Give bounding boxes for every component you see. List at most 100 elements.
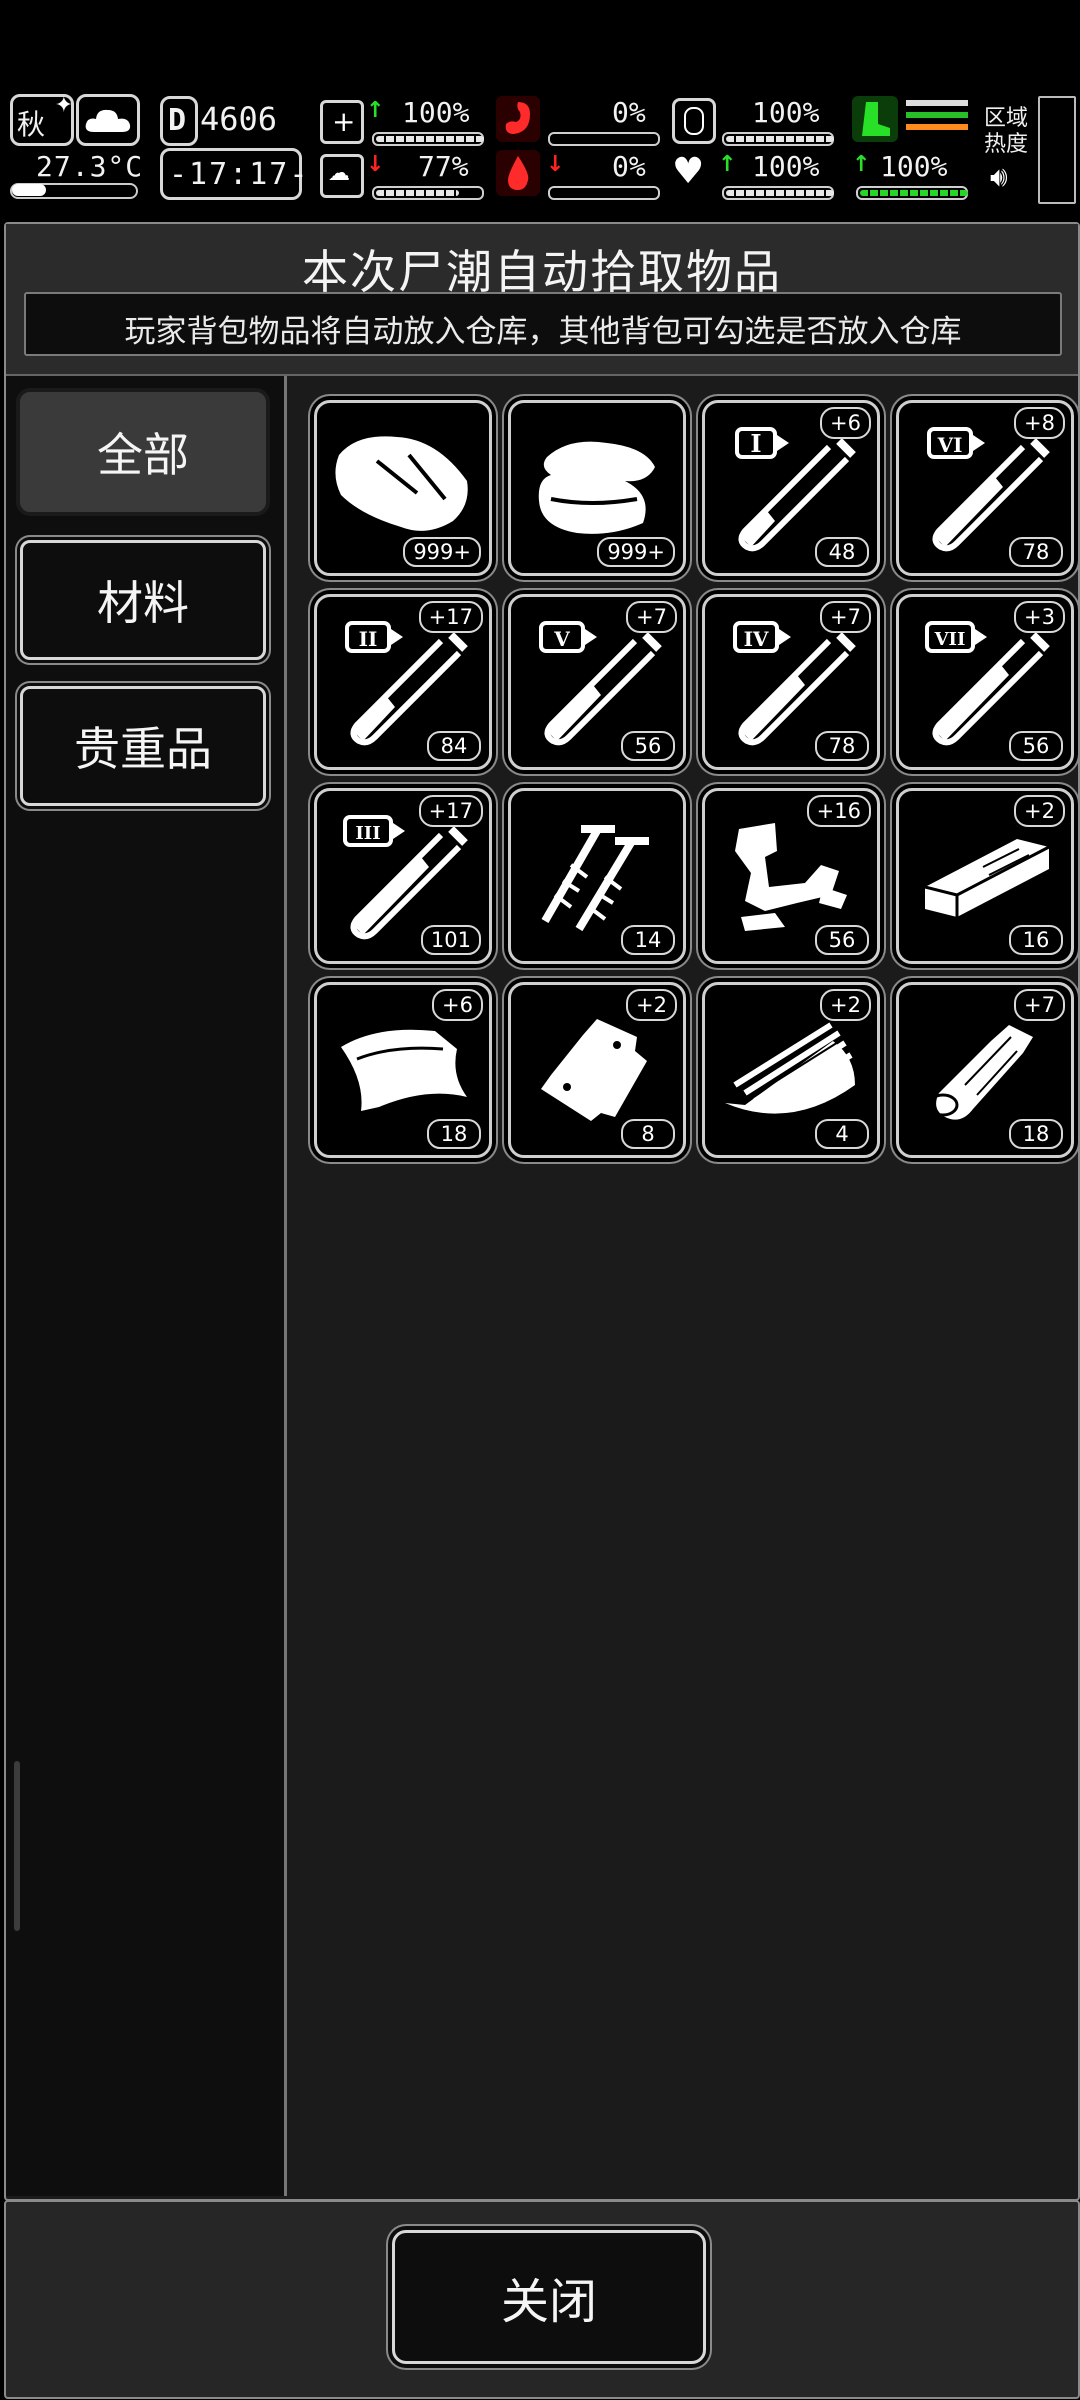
item-bonus: +8 xyxy=(1014,407,1065,439)
item-count: 999+ xyxy=(403,537,481,567)
item-count: 56 xyxy=(815,925,869,955)
item-slot-log[interactable]: +7 18 xyxy=(896,982,1074,1158)
tab-all-label: 全部 xyxy=(97,428,189,482)
close-button[interactable]: 关闭 xyxy=(392,2230,706,2364)
auto-pickup-panel: 本次尸潮自动拾取物品 玩家背包物品将自动放入仓库，其他背包可勾选是否放入仓库 全… xyxy=(4,222,1080,2201)
weather-box xyxy=(76,94,140,146)
item-bonus: +2 xyxy=(626,989,677,1021)
item-bonus: +2 xyxy=(820,989,871,1021)
heart-up-arrow: ↑ xyxy=(718,152,737,177)
tab-valuables[interactable]: 贵重品 xyxy=(20,686,266,806)
pill-icon xyxy=(672,98,716,144)
item-count: 16 xyxy=(1009,925,1063,955)
item-slot-scrap-metal[interactable]: +16 56 xyxy=(702,788,880,964)
svg-text:IV: IV xyxy=(744,627,769,651)
svg-text:VI: VI xyxy=(937,433,963,457)
clock-box: -17:17- xyxy=(160,148,307,200)
thirst-value: 0% xyxy=(612,150,646,183)
thirst-bar xyxy=(548,186,660,200)
item-bonus: +7 xyxy=(1014,989,1065,1021)
thirst-down-arrow: ↓ xyxy=(546,152,565,177)
item-bonus: +6 xyxy=(820,407,871,439)
close-button-label: 关闭 xyxy=(500,2274,597,2330)
item-count: 999+ xyxy=(597,537,675,567)
item-slot-fibers[interactable]: +2 4 xyxy=(702,982,880,1158)
mood-bar xyxy=(372,186,484,200)
water-drop-icon xyxy=(496,150,540,196)
item-count: 56 xyxy=(1009,731,1063,761)
tab-valuables-label: 贵重品 xyxy=(74,722,212,776)
item-slot-pouch[interactable]: +2 8 xyxy=(508,982,686,1158)
item-count: 18 xyxy=(427,1119,481,1149)
energy-bar xyxy=(856,186,968,200)
item-bonus: +6 xyxy=(432,989,483,1021)
item-count: 84 xyxy=(427,731,481,761)
sidebar-scrollbar[interactable] xyxy=(14,1761,20,1931)
energy-stripes xyxy=(906,100,968,138)
item-bonus: +2 xyxy=(1014,795,1065,827)
item-slot-syringe-ii[interactable]: II +17 84 xyxy=(314,594,492,770)
item-slot-meat[interactable]: 999+ xyxy=(314,400,492,576)
heart-bar xyxy=(722,186,834,200)
item-count: 78 xyxy=(1009,537,1063,567)
day-icon-box: D xyxy=(160,96,198,146)
speaker-icon[interactable]: 🔊︎ xyxy=(990,160,1008,194)
item-count: 14 xyxy=(621,925,675,955)
panel-subtitle: 玩家背包物品将自动放入仓库，其他背包可勾选是否放入仓库 xyxy=(124,314,962,350)
item-count: 18 xyxy=(1009,1119,1063,1149)
energy-up-arrow: ↑ xyxy=(852,152,871,177)
item-slot-screws[interactable]: 14 xyxy=(508,788,686,964)
season-label: 秋 xyxy=(17,108,46,141)
panel-subtitle-box: 玩家背包物品将自动放入仓库，其他背包可勾选是否放入仓库 xyxy=(24,292,1062,356)
item-bonus: +7 xyxy=(626,601,677,633)
item-count: 8 xyxy=(621,1119,675,1149)
panel-footer: 关闭 xyxy=(4,2200,1080,2399)
item-count: 4 xyxy=(815,1119,869,1149)
item-slot-syringe-i[interactable]: I +6 48 xyxy=(702,400,880,576)
item-count: 48 xyxy=(815,537,869,567)
tab-materials-label: 材料 xyxy=(97,576,189,630)
leaf-icon: ✦ xyxy=(54,93,73,118)
svg-text:VII: VII xyxy=(934,629,966,650)
svg-text:II: II xyxy=(359,627,378,651)
status-bar: 秋 ✦ 27.3°C D 4606 -17:17- + ↑ 100% ☁ ↓ 7… xyxy=(0,88,1080,210)
day-value: 4606 xyxy=(200,100,278,138)
clock-value: -17:17- xyxy=(169,157,310,192)
stomach-icon xyxy=(496,96,540,142)
tab-materials[interactable]: 材料 xyxy=(20,540,266,660)
cloud-icon xyxy=(85,109,131,132)
item-slot-syringe-iii[interactable]: III +17 101 xyxy=(314,788,492,964)
item-bonus: +17 xyxy=(418,795,483,827)
energy-value: 100% xyxy=(880,150,948,183)
item-slot-syringe-v[interactable]: V +7 56 xyxy=(508,594,686,770)
heart-icon: ♥ xyxy=(672,151,705,192)
tab-all[interactable]: 全部 xyxy=(20,392,266,512)
mood-value: 77% xyxy=(418,150,469,183)
region-heat-meter xyxy=(1038,96,1076,204)
item-slot-cloth[interactable]: 999+ xyxy=(508,400,686,576)
item-slot-syringe-iv[interactable]: IV +7 78 xyxy=(702,594,880,770)
svg-text:V: V xyxy=(553,627,570,651)
item-slot-syringe-vii[interactable]: VII +3 56 xyxy=(896,594,1074,770)
category-sidebar: 全部 材料 贵重品 xyxy=(6,376,287,2196)
stamina-value: 100% xyxy=(752,96,820,129)
boot-icon xyxy=(852,96,898,142)
hunger-bar xyxy=(548,132,660,146)
mood-down-arrow: ↓ xyxy=(366,152,385,177)
item-bonus: +17 xyxy=(418,601,483,633)
item-bonus: +3 xyxy=(1014,601,1065,633)
svg-text:I: I xyxy=(750,429,761,458)
item-slot-syringe-vi[interactable]: VI +8 78 xyxy=(896,400,1074,576)
region-heat-label: 区域热度 xyxy=(984,106,1029,157)
panel-header: 本次尸潮自动拾取物品 玩家背包物品将自动放入仓库，其他背包可勾选是否放入仓库 xyxy=(6,224,1078,376)
health-bar xyxy=(372,132,484,146)
item-bonus: +7 xyxy=(820,601,871,633)
item-slot-leather[interactable]: +6 18 xyxy=(314,982,492,1158)
heart-value: 100% xyxy=(752,150,820,183)
item-count: 56 xyxy=(621,731,675,761)
temperature-value: 27.3°C xyxy=(36,150,144,183)
item-slot-board[interactable]: +2 16 xyxy=(896,788,1074,964)
season-box: 秋 ✦ xyxy=(10,93,74,146)
health-up-arrow: ↑ xyxy=(366,98,385,123)
hunger-value: 0% xyxy=(612,96,646,129)
